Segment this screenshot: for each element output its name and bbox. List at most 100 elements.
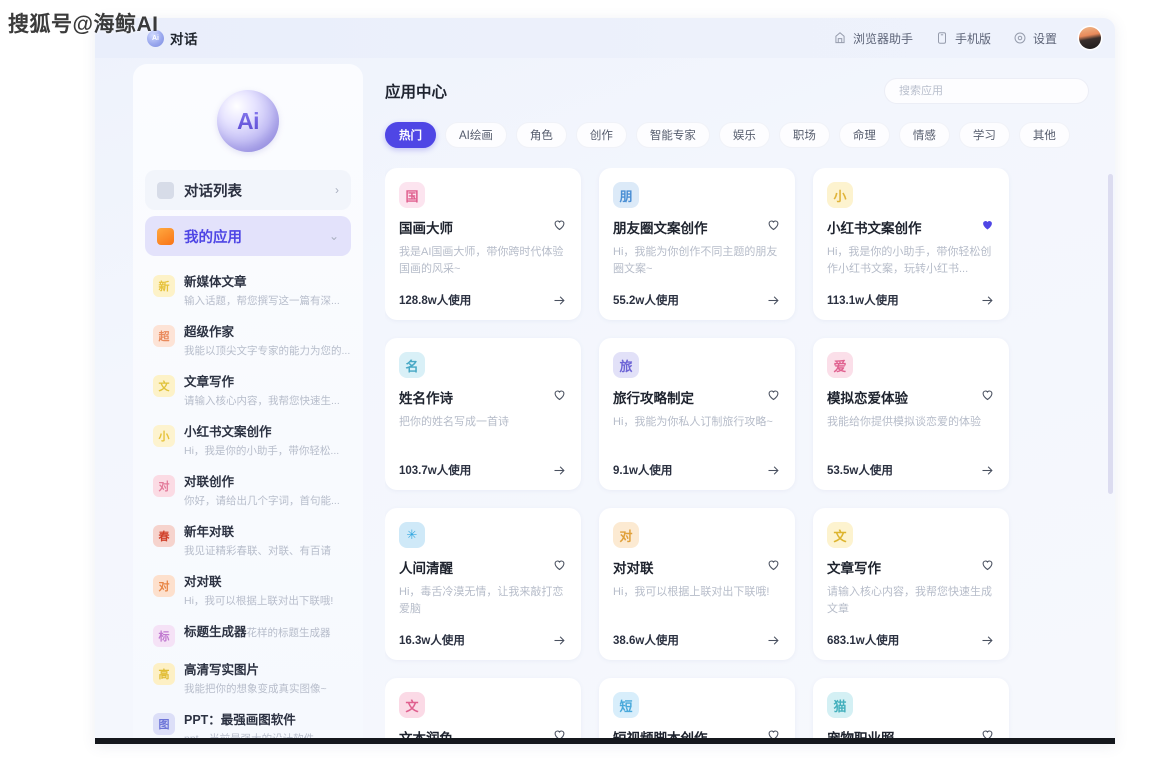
topbar-browser-assistant-label: 浏览器助手	[852, 31, 913, 46]
sidebar-app-title: 对联创作	[184, 475, 235, 489]
sidebar-app-item[interactable]: 高高清写实图片我能把你的想象变成真实图像~	[145, 654, 351, 704]
avatar[interactable]	[1079, 27, 1101, 49]
app-card[interactable]: 名姓名作诗 把你的姓名写成一首诗 103.7w人使用	[385, 338, 581, 490]
heart-outline-icon[interactable]	[766, 557, 781, 572]
sidebar-app-item[interactable]: 文文章写作请输入核心内容，我帮您快速生...	[145, 366, 351, 416]
heart-outline-icon[interactable]	[980, 557, 995, 572]
sidebar-app-desc: ppt，当前最强大的设计软件...	[184, 733, 323, 744]
sidebar-app-item[interactable]: 春新年对联我见证精彩春联、对联、有百请	[145, 516, 351, 566]
sidebar-app-item[interactable]: 对对对联 Hi，我可以根据上联对出下联哦!	[145, 566, 351, 616]
vertical-scrollbar[interactable]	[1108, 174, 1113, 734]
app-card[interactable]: 短短视频脚本创作	[599, 678, 795, 744]
cards-scroll-area: 国国画大师 我是AI国画大师，带你跨时代体验国画的风采~ 128.8w人使用 朋朋友圈…	[385, 168, 1105, 744]
search-box[interactable]	[884, 78, 1089, 104]
arrow-right-icon[interactable]	[766, 633, 781, 648]
sidebar-app-desc: 请输入核心内容，我帮您快速生...	[184, 395, 340, 407]
sidebar-app-desc: 我见证精彩春联、对联、有百请	[184, 545, 331, 557]
topbar-actions: 浏览器助手 手机版 设置	[833, 27, 1101, 49]
app-card[interactable]: 猫宠物职业照	[813, 678, 1009, 744]
arrow-right-icon[interactable]	[552, 293, 567, 308]
arrow-right-icon[interactable]	[766, 463, 781, 478]
heart-outline-icon[interactable]	[552, 217, 567, 232]
tab-热门[interactable]: 热门	[385, 122, 436, 148]
heart-outline-icon[interactable]	[980, 387, 995, 402]
app-card-usage-count: 103.7w人使用	[399, 465, 472, 477]
sidebar-app-title: 超级作家	[184, 325, 235, 339]
app-card-title: 对对联	[613, 561, 654, 576]
app-card-description: Hi，毒舌冷漠无情，让我来敲打恋爱脑	[399, 586, 564, 615]
app-card[interactable]: 文文章写作 请输入核心内容，我帮您快速生成文章 683.1w人使用	[813, 508, 1009, 660]
app-card[interactable]: 爱模拟恋爱体验 我能给你提供模拟谈恋爱的体验 53.5w人使用	[813, 338, 1009, 490]
app-card[interactable]: 对对对联 Hi，我可以根据上联对出下联哦! 38.6w人使用	[599, 508, 795, 660]
heart-outline-icon[interactable]	[552, 727, 567, 742]
tab-职场[interactable]: 职场	[778, 122, 830, 148]
app-card-description: Hi，我可以根据上联对出下联哦!	[613, 586, 770, 598]
sidebar-app-title: 小红书文案创作	[184, 425, 272, 439]
app-card-title: 模拟恋爱体验	[827, 391, 908, 406]
sidebar-app-badge-icon: 超	[153, 325, 175, 347]
arrow-right-icon[interactable]	[980, 633, 995, 648]
heart-outline-icon[interactable]	[766, 387, 781, 402]
app-card[interactable]: 文文本润色	[385, 678, 581, 744]
sidebar-app-item[interactable]: 对对联创作你好，请给出几个字词，首句能...	[145, 466, 351, 516]
arrow-right-icon[interactable]	[552, 633, 567, 648]
sidebar-app-desc: 我能把你的想象变成真实图像~	[184, 683, 327, 695]
scrollbar-thumb[interactable]	[1108, 174, 1113, 494]
heart-outline-icon[interactable]	[980, 727, 995, 742]
app-card-title: 短视频脚本创作	[613, 731, 708, 744]
arrow-right-icon[interactable]	[980, 293, 995, 308]
sidebar-app-badge-icon: 新	[153, 275, 175, 297]
topbar-browser-assistant[interactable]: 浏览器助手	[833, 30, 913, 47]
tab-情感[interactable]: 情感	[898, 122, 950, 148]
sidebar: Ai 对话列表 › 我的应用 ⌄ 新新媒体文章输入话题，帮您撰写这一篇有深...…	[133, 64, 363, 744]
app-card[interactable]: ✳ 人间清醒 Hi，毒舌冷漠无情，让我来敲打恋爱脑 16.3w人使用	[385, 508, 581, 660]
heart-outline-icon[interactable]	[766, 217, 781, 232]
app-card[interactable]: 小小红书文案创作 Hi，我是你的小助手，带你轻松创作小红书文案，玩转小红书... 1…	[813, 168, 1009, 320]
sidebar-app-item[interactable]: 新新媒体文章输入话题，帮您撰写这一篇有深...	[145, 266, 351, 316]
app-card-footer: 55.2w人使用	[613, 292, 781, 308]
app-card[interactable]: 旅旅行攻略制定 Hi，我能为你私人订制旅行攻略~ 9.1w人使用	[599, 338, 795, 490]
app-card-footer: 16.3w人使用	[399, 632, 567, 648]
arrow-right-icon[interactable]	[980, 463, 995, 478]
sidebar-item-my-apps[interactable]: 我的应用 ⌄	[145, 216, 351, 256]
sidebar-app-item[interactable]: 超超级作家我能以顶尖文字专家的能力为您的...	[145, 316, 351, 366]
app-card-usage-count: 9.1w人使用	[613, 465, 673, 477]
sidebar-item-chat-list[interactable]: 对话列表 ›	[145, 170, 351, 210]
heart-outline-icon[interactable]	[552, 387, 567, 402]
sidebar-app-item[interactable]: 图 PPT：最强画图软件 ppt，当前最强大的设计软件...	[145, 704, 351, 744]
tab-学习[interactable]: 学习	[958, 122, 1010, 148]
app-card[interactable]: 国国画大师 我是AI国画大师，带你跨时代体验国画的风采~ 128.8w人使用	[385, 168, 581, 320]
topbar-settings[interactable]: 设置	[1013, 30, 1057, 47]
sidebar-app-item[interactable]: 小小红书文案创作 Hi，我是你的小助手，带你轻松...	[145, 416, 351, 466]
tab-娱乐[interactable]: 娱乐	[718, 122, 770, 148]
tab-角色[interactable]: 角色	[515, 122, 567, 148]
chevron-down-icon: ⌄	[328, 229, 339, 243]
tab-命理[interactable]: 命理	[838, 122, 890, 148]
arrow-right-icon[interactable]	[766, 293, 781, 308]
sidebar-app-title: 对对联	[184, 575, 222, 589]
sidebar-app-desc: 输入话题，帮您撰写这一篇有深...	[184, 295, 340, 307]
sidebar-item-chat-list-label: 对话列表	[184, 183, 242, 200]
tab-其他[interactable]: 其他	[1018, 122, 1070, 148]
tab-AI绘画[interactable]: AI绘画	[445, 122, 507, 148]
app-card-icon: 朋	[613, 182, 639, 208]
app-card-usage-count: 53.5w人使用	[827, 465, 893, 477]
search-input[interactable]	[899, 85, 1074, 97]
app-card-icon: 小	[827, 182, 853, 208]
topbar-mobile-version[interactable]: 手机版	[935, 30, 991, 47]
sidebar-app-badge-icon: 春	[153, 525, 175, 547]
app-card-icon: 文	[827, 522, 853, 548]
sidebar-app-item[interactable]: 标标题生成器花样的标题生成器	[145, 616, 351, 654]
app-card-header: 短视频脚本创作	[613, 727, 781, 744]
arrow-right-icon[interactable]	[552, 463, 567, 478]
chat-list-icon	[157, 181, 174, 199]
app-card-header: 人间清醒	[399, 557, 567, 577]
heart-filled-icon[interactable]	[980, 217, 995, 232]
app-card[interactable]: 朋朋友圈文案创作 Hi，我能为你创作不同主题的朋友圈文案~ 55.2w人使用	[599, 168, 795, 320]
heart-outline-icon[interactable]	[766, 727, 781, 742]
tab-创作[interactable]: 创作	[575, 122, 627, 148]
app-card-description: 请输入核心内容，我帮您快速生成文章	[827, 586, 992, 615]
heart-outline-icon[interactable]	[552, 557, 567, 572]
app-card-header: 旅行攻略制定	[613, 387, 781, 407]
tab-智能专家[interactable]: 智能专家	[635, 122, 710, 148]
